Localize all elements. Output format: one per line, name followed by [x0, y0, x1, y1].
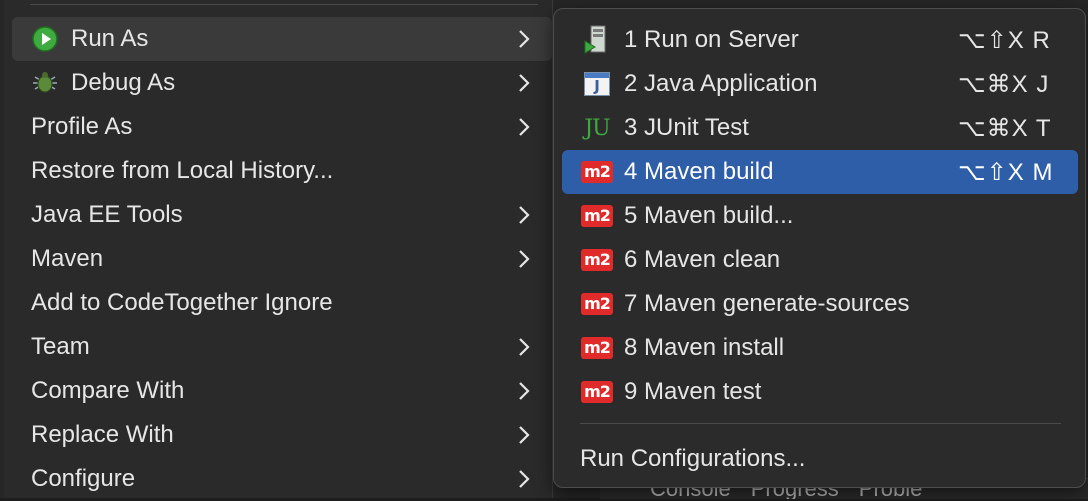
menu-item-label: Run As [71, 25, 149, 52]
chevron-right-icon [519, 470, 530, 488]
maven-m2-icon: m2 [580, 158, 614, 186]
chevron-right-icon [519, 206, 530, 224]
submenu-item-label: 5 Maven build... [624, 202, 794, 229]
menu-item-run-as[interactable]: Run As [12, 17, 552, 61]
chevron-right-icon [519, 118, 530, 136]
menu-item-label: Profile As [31, 113, 133, 140]
menu-separator [580, 423, 1061, 424]
menu-item-label: Configure [31, 465, 136, 492]
keyboard-shortcut: ⌥⌘X J [958, 70, 1050, 98]
submenu-item-junit-test[interactable]: JU 3 JUnit Test ⌥⌘X T [562, 106, 1078, 150]
menu-item-replace-with[interactable]: Replace With [12, 413, 552, 457]
submenu-item-maven-install[interactable]: m2 8 Maven install [562, 326, 1078, 370]
keyboard-shortcut: ⌥⇧X R [958, 26, 1051, 54]
submenu-item-maven-generate-sources[interactable]: m2 7 Maven generate-sources [562, 282, 1078, 326]
submenu-item-run-on-server[interactable]: 1 Run on Server ⌥⇧X R [562, 18, 1078, 62]
maven-m2-icon: m2 [580, 290, 614, 318]
submenu-item-java-application[interactable]: J 2 Java Application ⌥⌘X J [562, 62, 1078, 106]
java-app-icon: J [580, 70, 614, 98]
menu-item-maven[interactable]: Maven [12, 237, 552, 281]
submenu-item-maven-build[interactable]: m2 4 Maven build ⌥⇧X M [562, 150, 1078, 194]
junit-icon: JU [580, 114, 614, 142]
chevron-right-icon [519, 250, 530, 268]
server-icon [580, 25, 614, 54]
debug-bug-icon [29, 67, 61, 99]
junit-glyph: JU [584, 115, 610, 141]
submenu-item-label: 9 Maven test [624, 378, 762, 405]
submenu-item-label: Run Configurations... [580, 445, 806, 472]
menu-item-label: Replace With [31, 421, 174, 448]
m2-glyph: m2 [581, 293, 613, 315]
menu-item-label: Compare With [31, 377, 185, 404]
menu-item-configure[interactable]: Configure [12, 457, 552, 501]
menu-item-debug-as[interactable]: Debug As [12, 61, 552, 105]
menu-item-add-codetogether-ignore[interactable]: Add to CodeTogether Ignore [12, 281, 552, 325]
menu-item-java-ee-tools[interactable]: Java EE Tools [12, 193, 552, 237]
submenu-item-label: 7 Maven generate-sources [624, 290, 910, 317]
submenu-item-label: 1 Run on Server [624, 26, 799, 53]
submenu-item-label: 8 Maven install [624, 334, 785, 361]
menu-item-label: Team [31, 333, 90, 360]
submenu-item-label: 2 Java Application [624, 70, 818, 97]
maven-m2-icon: m2 [580, 246, 614, 274]
submenu-item-maven-clean[interactable]: m2 6 Maven clean [562, 238, 1078, 282]
context-menu: Run As Debug As Profile As Restore from … [4, 0, 553, 498]
submenu-item-label: 4 Maven build [624, 158, 774, 185]
m2-glyph: m2 [581, 249, 613, 271]
menu-item-restore-local-history[interactable]: Restore from Local History... [12, 149, 552, 193]
submenu-item-label: 3 JUnit Test [624, 114, 749, 141]
submenu-item-label: 6 Maven clean [624, 246, 781, 273]
run-icon [29, 23, 61, 55]
chevron-right-icon [519, 30, 530, 48]
menu-item-label: Add to CodeTogether Ignore [31, 289, 333, 316]
m2-glyph: m2 [581, 337, 613, 359]
menu-item-label: Java EE Tools [31, 201, 183, 228]
chevron-right-icon [519, 382, 530, 400]
maven-m2-icon: m2 [580, 202, 614, 230]
maven-m2-icon: m2 [580, 334, 614, 362]
submenu-item-run-configurations[interactable]: Run Configurations... [580, 437, 805, 481]
menu-item-label: Debug As [71, 69, 176, 96]
submenu-item-maven-test[interactable]: m2 9 Maven test [562, 370, 1078, 414]
java-glyph: J [594, 77, 600, 95]
m2-glyph: m2 [581, 161, 613, 183]
menu-separator [30, 4, 538, 5]
chevron-right-icon [519, 74, 530, 92]
run-as-submenu: 1 Run on Server ⌥⇧X R J 2 Java Applicati… [553, 8, 1086, 488]
menu-item-profile-as[interactable]: Profile As [12, 105, 552, 149]
menu-item-team[interactable]: Team [12, 325, 552, 369]
m2-glyph: m2 [581, 205, 613, 227]
maven-m2-icon: m2 [580, 378, 614, 406]
keyboard-shortcut: ⌥⌘X T [958, 114, 1052, 142]
m2-glyph: m2 [581, 381, 613, 403]
chevron-right-icon [519, 426, 530, 444]
chevron-right-icon [519, 338, 530, 356]
keyboard-shortcut: ⌥⇧X M [958, 158, 1054, 186]
menu-item-label: Maven [31, 245, 104, 272]
submenu-item-maven-build-dialog[interactable]: m2 5 Maven build... [562, 194, 1078, 238]
menu-item-compare-with[interactable]: Compare With [12, 369, 552, 413]
menu-item-label: Restore from Local History... [31, 157, 334, 184]
